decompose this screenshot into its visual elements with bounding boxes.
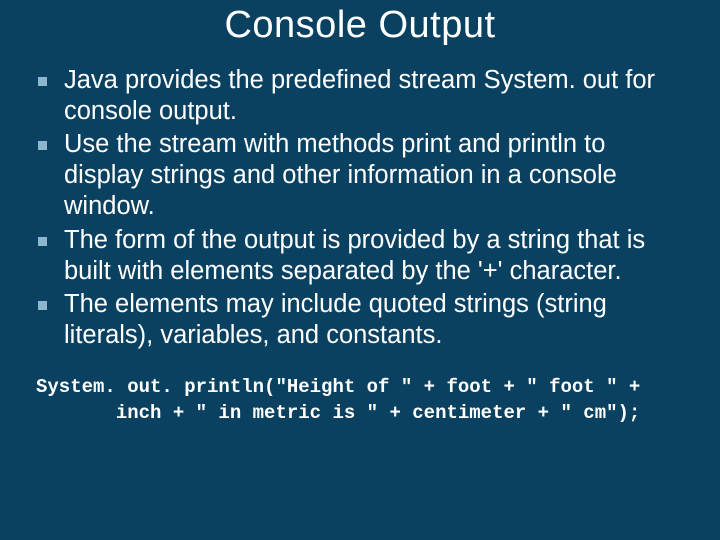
list-item: Java provides the predefined stream Syst…: [30, 65, 690, 127]
list-item: The form of the output is provided by a …: [30, 225, 690, 287]
list-item: Use the stream with methods print and pr…: [30, 129, 690, 222]
list-item: The elements may include quoted strings …: [30, 289, 690, 351]
bullet-list: Java provides the predefined stream Syst…: [30, 65, 690, 351]
code-example: System. out. println("Height of " + foot…: [36, 375, 704, 426]
slide: Console Output Java provides the predefi…: [0, 0, 720, 540]
slide-title: Console Output: [16, 4, 704, 47]
